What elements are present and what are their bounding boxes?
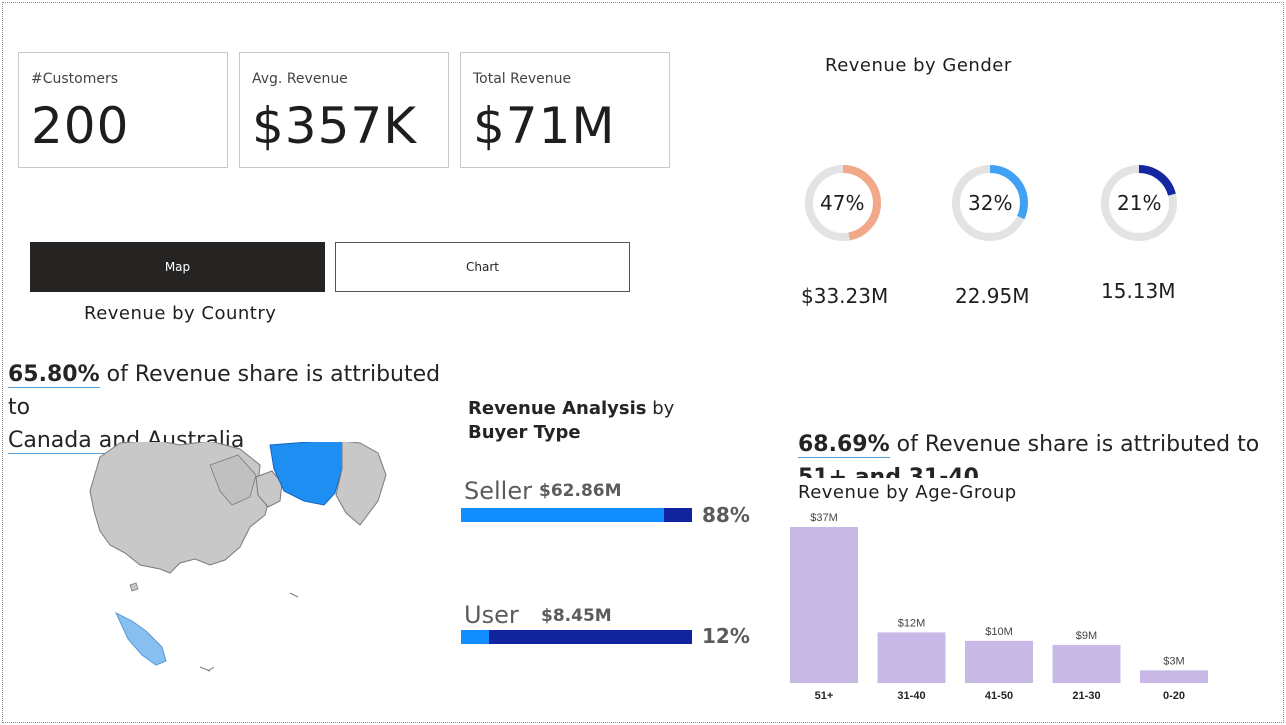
map-region-asia: [89, 442, 271, 574]
kpi-label: #Customers: [31, 71, 119, 87]
seller-bar-fill: [461, 508, 664, 522]
gender-title: Revenue by Gender: [825, 55, 1012, 76]
country-title: Revenue by Country: [84, 303, 277, 324]
age-bar-data-label: $3M: [1163, 655, 1184, 667]
age-bar-0-20[interactable]: [1140, 670, 1208, 683]
seller-bar-rest: [664, 508, 692, 522]
user-bar[interactable]: [461, 630, 692, 644]
age-axis-tick-label: 21-30: [1072, 690, 1100, 702]
user-label: User: [464, 601, 519, 629]
map-region-greenland: [335, 442, 387, 526]
kpi-card-customers[interactable]: #Customers 200: [18, 52, 228, 168]
age-bar-data-label: $10M: [985, 626, 1013, 638]
age-bar-data-label: $12M: [898, 617, 926, 629]
buyer-title-bold: Revenue Analysis: [468, 398, 647, 419]
age-bar-data-label: $9M: [1076, 630, 1097, 642]
kpi-card-total-revenue[interactable]: Total Revenue $71M: [460, 52, 670, 168]
buyer-title-line2: Buyer Type: [468, 422, 581, 443]
user-amount: $8.45M: [541, 606, 612, 626]
kpi-value: $357K: [252, 97, 418, 155]
seller-amount: $62.86M: [539, 481, 622, 501]
kpi-value: $71M: [473, 97, 616, 155]
gender-amount-3: 15.13M: [1101, 279, 1176, 303]
map-button[interactable]: Map: [30, 242, 325, 292]
age-axis-tick-label: 31-40: [897, 690, 925, 702]
user-pct: 12%: [702, 624, 750, 648]
age-bar-chart[interactable]: $37M 51+ $12M 31-40 $10M 41-50 $9M 21-30 $3M 0-20: [780, 505, 1220, 710]
age-bar-21-30[interactable]: [1052, 645, 1121, 683]
age-axis-tick-label: 41-50: [985, 690, 1013, 702]
user-bar-fill: [461, 630, 489, 644]
age-bar-31-40[interactable]: [877, 632, 946, 683]
age-axis-tick-label: 0-20: [1163, 690, 1185, 702]
map-region-canada: [269, 442, 347, 506]
gender-pct-3: 21%: [1117, 191, 1162, 215]
age-bar-data-label: $37M: [810, 512, 838, 524]
gender-amount-1: $33.23M: [801, 284, 889, 308]
kpi-card-avg-revenue[interactable]: Avg. Revenue $357K: [239, 52, 449, 168]
age-chart-title: Revenue by Age-Group: [798, 482, 1017, 503]
gender-pct-2: 32%: [968, 191, 1013, 215]
country-map[interactable]: [60, 435, 400, 685]
gender-pct-1: 47%: [820, 191, 865, 215]
chart-button[interactable]: Chart: [335, 242, 630, 292]
user-bar-rest: [489, 630, 692, 644]
age-bar-41-50[interactable]: [965, 640, 1033, 683]
age-axis-tick-label: 51+: [815, 690, 834, 702]
map-region-australia: [114, 611, 167, 666]
buyer-title-rest: by: [646, 398, 675, 419]
kpi-label: Avg. Revenue: [252, 71, 348, 87]
seller-bar[interactable]: [461, 508, 692, 522]
seller-label: Seller: [464, 477, 532, 505]
age-insight-pct: 68.69%: [798, 432, 890, 458]
age-insight-text: of Revenue share is attributed to: [889, 432, 1260, 457]
kpi-value: 200: [31, 97, 130, 155]
buyer-title: Revenue Analysis by Buyer Type: [468, 397, 674, 445]
kpi-label: Total Revenue: [473, 71, 572, 87]
age-insight: 68.69% of Revenue share is attributed to…: [798, 428, 1268, 480]
gender-amount-2: 22.95M: [955, 284, 1030, 308]
seller-pct: 88%: [702, 503, 750, 527]
country-insight-pct: 65.80%: [8, 362, 100, 388]
age-bar-51+[interactable]: [790, 527, 858, 683]
